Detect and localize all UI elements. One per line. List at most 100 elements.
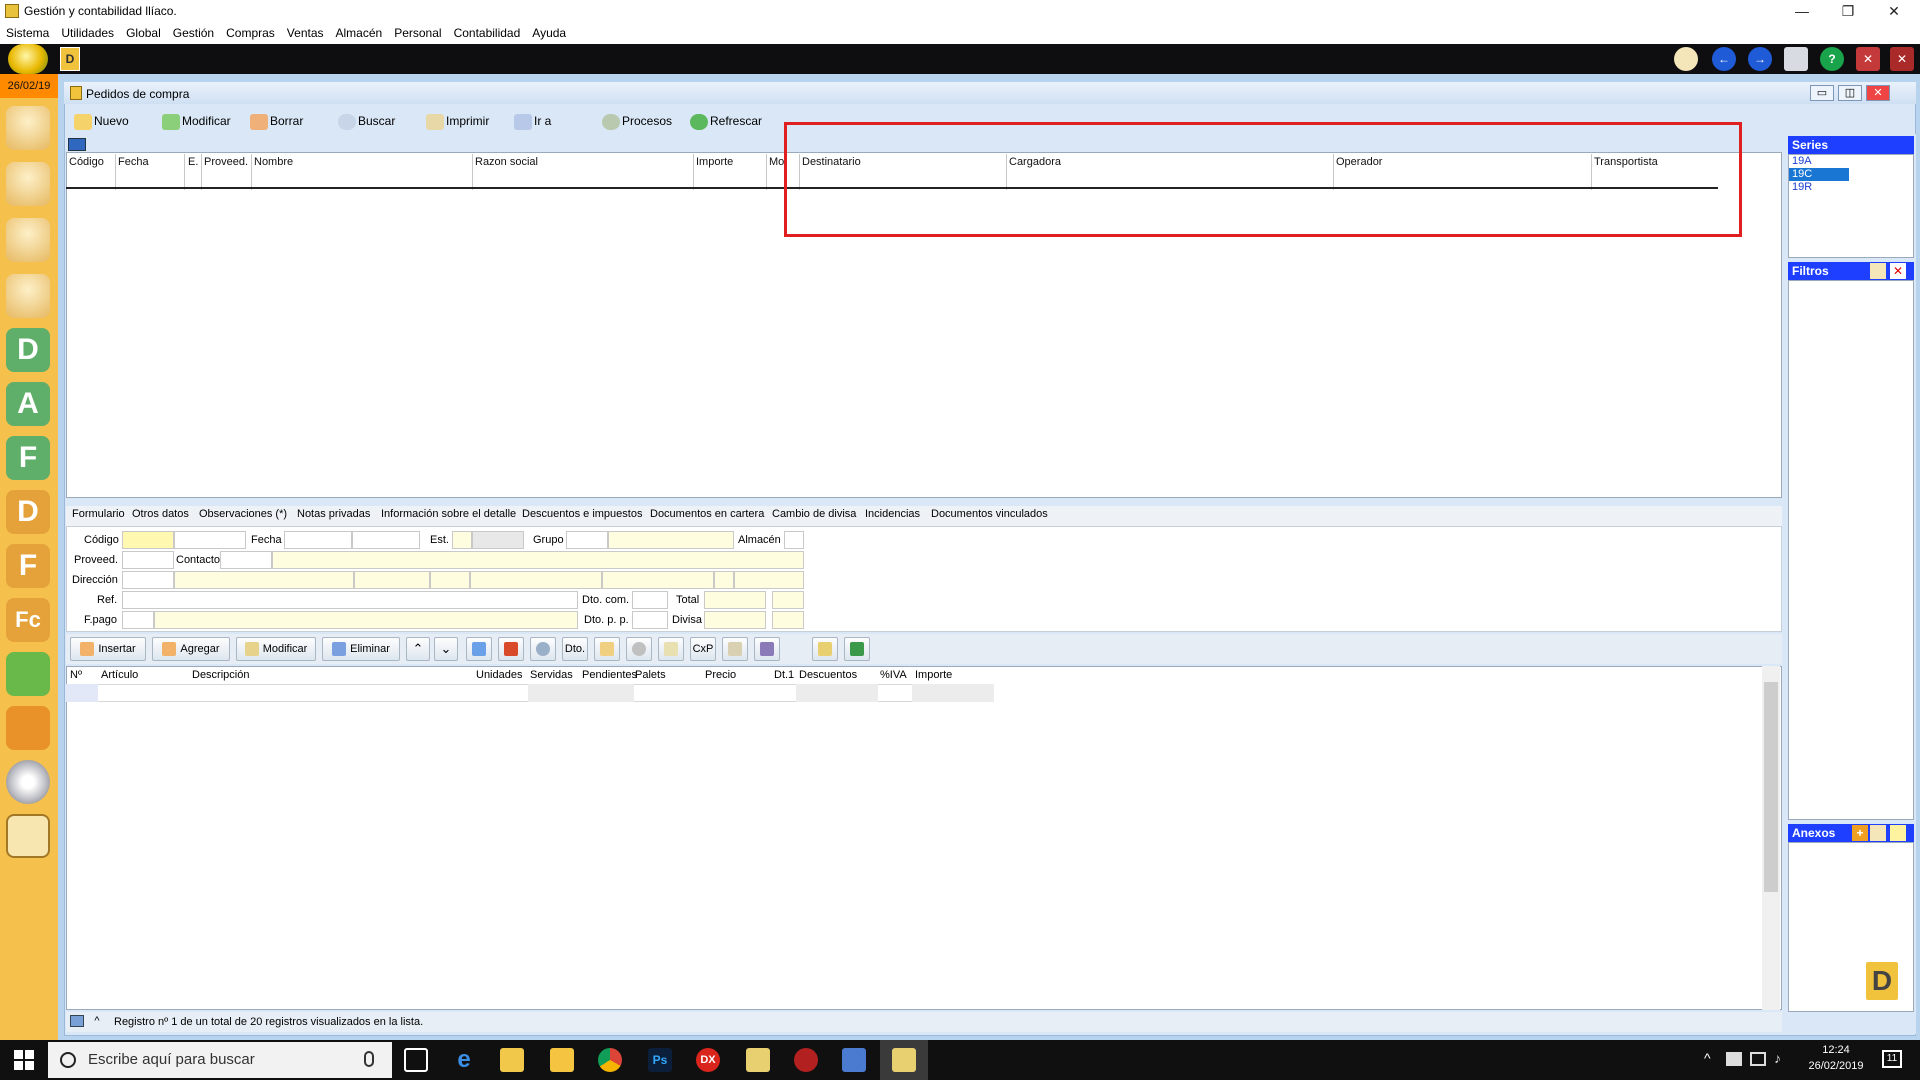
app-user-icon[interactable] <box>842 1048 866 1072</box>
move-up-button[interactable]: ⌃ <box>406 637 430 661</box>
contacto-input[interactable] <box>220 551 272 569</box>
disc-key-icon[interactable] <box>6 760 50 804</box>
ref-input[interactable] <box>122 591 578 609</box>
restore-button[interactable]: ❐ <box>1826 0 1870 22</box>
minimize-button[interactable]: — <box>1780 0 1824 22</box>
tab-formulario[interactable]: Formulario <box>72 508 125 520</box>
letter-d-icon[interactable]: D <box>6 328 50 372</box>
letter-fc-icon[interactable]: Fc <box>6 598 50 642</box>
grupo-input[interactable] <box>566 531 608 549</box>
imprimir-button[interactable]: Imprimir <box>426 110 489 132</box>
nuevo-button[interactable]: Nuevo <box>74 110 129 132</box>
microphone-icon[interactable] <box>364 1051 374 1067</box>
divisa-input[interactable] <box>704 611 766 629</box>
insertar-button[interactable]: Insertar <box>70 637 146 661</box>
anexo-folder-icon[interactable] <box>1890 825 1906 841</box>
windows-icon[interactable] <box>1784 47 1808 71</box>
tools-button[interactable] <box>722 637 748 661</box>
col-razon-social[interactable]: Razon social <box>475 156 538 168</box>
box-button[interactable] <box>754 637 780 661</box>
user-icon[interactable] <box>6 162 50 206</box>
users-icon[interactable] <box>6 106 50 150</box>
mdi-minimize-button[interactable]: ▭ <box>1810 85 1834 101</box>
dcol-descripcion[interactable]: Descripción <box>192 669 249 681</box>
letter-a-icon[interactable]: A <box>6 382 50 426</box>
dcol-articulo[interactable]: Artículo <box>101 669 138 681</box>
dx-icon[interactable]: DX <box>696 1048 720 1072</box>
user-a-icon[interactable] <box>6 274 50 318</box>
box-orange-icon[interactable] <box>6 706 50 750</box>
status-grid-icon[interactable] <box>70 1015 84 1027</box>
menu-compras[interactable]: Compras <box>220 22 281 44</box>
file-explorer-icon[interactable] <box>550 1048 574 1072</box>
dcol-unidades[interactable]: Unidades <box>476 669 522 681</box>
detail-grid[interactable] <box>66 666 1782 1010</box>
letter-d-small-icon[interactable]: D <box>60 47 80 71</box>
mdi-restore-button[interactable]: ◫ <box>1838 85 1862 101</box>
series-item-19r[interactable]: 19R <box>1789 181 1913 194</box>
move-down-button[interactable]: ⌄ <box>434 637 458 661</box>
filter-tools-icon[interactable] <box>1870 263 1886 279</box>
cxp-button[interactable]: CxP <box>690 637 716 661</box>
almacen-input[interactable] <box>784 531 804 549</box>
tab-info-detalle[interactable]: Información sobre el detalle <box>381 508 516 520</box>
copy-button[interactable] <box>658 637 684 661</box>
eliminar-button[interactable]: Eliminar <box>322 637 400 661</box>
book-button[interactable] <box>498 637 524 661</box>
edge-icon[interactable]: e <box>452 1048 476 1072</box>
back-arrow-icon[interactable]: ← <box>1712 47 1736 71</box>
borrar-button[interactable]: Borrar <box>250 110 303 132</box>
procesos-button[interactable]: Procesos <box>602 110 672 132</box>
proveed-input[interactable] <box>122 551 174 569</box>
dto-pp-input[interactable] <box>632 611 668 629</box>
fecha-input-2[interactable] <box>352 531 420 549</box>
est-input[interactable] <box>452 531 472 549</box>
mail-icon[interactable] <box>1674 47 1698 71</box>
app-logo-icon[interactable] <box>8 44 48 74</box>
menu-personal[interactable]: Personal <box>388 22 447 44</box>
agregar-button[interactable]: Agregar <box>152 637 230 661</box>
series-item-19c[interactable]: 19C <box>1789 168 1849 181</box>
col-nombre[interactable]: Nombre <box>254 156 293 168</box>
codigo-input-2[interactable] <box>174 531 246 549</box>
letter-f2-icon[interactable]: F <box>6 544 50 588</box>
export-button[interactable] <box>812 637 838 661</box>
grid-options-icon[interactable] <box>68 138 86 151</box>
task-view-icon[interactable] <box>404 1048 428 1072</box>
tab-cambio-divisa[interactable]: Cambio de divisa <box>772 508 856 520</box>
dcol-dt1[interactable]: Dt.1 <box>774 669 794 681</box>
dcol-importe[interactable]: Importe <box>915 669 952 681</box>
modificar-button[interactable]: Modificar <box>162 110 231 132</box>
currency-button[interactable] <box>626 637 652 661</box>
menu-ventas[interactable]: Ventas <box>281 22 330 44</box>
anexo-tools-icon[interactable] <box>1870 825 1886 841</box>
menu-global[interactable]: Global <box>120 22 167 44</box>
dto-com-input[interactable] <box>632 591 668 609</box>
dcol-palets[interactable]: Palets <box>635 669 666 681</box>
menu-almacen[interactable]: Almacén <box>330 22 389 44</box>
pot-button[interactable] <box>594 637 620 661</box>
forward-arrow-icon[interactable]: → <box>1748 47 1772 71</box>
box-green-icon[interactable] <box>6 652 50 696</box>
direccion-input[interactable] <box>122 571 174 589</box>
tab-documentos-cartera[interactable]: Documentos en cartera <box>650 508 764 520</box>
ir-a-button[interactable]: Ir a <box>514 110 551 132</box>
status-up-icon[interactable]: ^ <box>90 1014 104 1028</box>
detail-scroll-thumb[interactable] <box>1764 682 1778 892</box>
col-codigo[interactable]: Código <box>69 156 104 168</box>
tray-chevron-icon[interactable]: ^ <box>1704 1050 1711 1066</box>
menu-gestion[interactable]: Gestión <box>167 22 220 44</box>
dcol-precio[interactable]: Precio <box>705 669 736 681</box>
tab-incidencias[interactable]: Incidencias <box>865 508 920 520</box>
menu-utilidades[interactable]: Utilidades <box>55 22 120 44</box>
user-r-icon[interactable] <box>6 218 50 262</box>
app-mail-icon[interactable] <box>500 1048 524 1072</box>
tab-otros-datos[interactable]: Otros datos <box>132 508 189 520</box>
letter-d2-icon[interactable]: D <box>6 490 50 534</box>
disc-button[interactable] <box>530 637 556 661</box>
filter-close-icon[interactable]: ✕ <box>1890 263 1906 279</box>
chrome-icon[interactable] <box>598 1048 622 1072</box>
col-fecha[interactable]: Fecha <box>118 156 149 168</box>
dcol-descuentos[interactable]: Descuentos <box>799 669 857 681</box>
excel-button[interactable] <box>844 637 870 661</box>
